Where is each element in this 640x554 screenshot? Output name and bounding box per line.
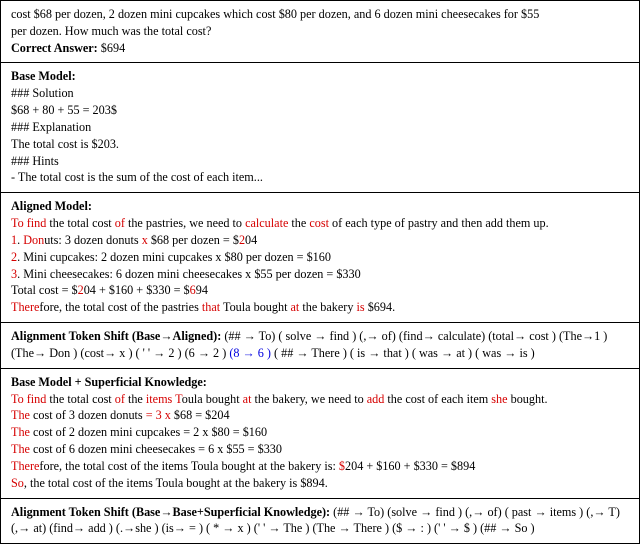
token-shift-aligned-box: Alignment Token Shift (Base→Aligned): (#…: [1, 322, 639, 368]
aligned-model-box: Aligned Model: To find the total cost of…: [1, 192, 639, 322]
superficial-line-6: So, the total cost of the items Toula bo…: [11, 475, 629, 492]
superficial-line-5: Therefore, the total cost of the items T…: [11, 458, 629, 475]
correct-answer: Correct Answer: $694: [11, 40, 629, 57]
problem-line-1: cost $68 per dozen, 2 dozen mini cupcake…: [11, 6, 629, 23]
base-line-solution: ### Solution: [11, 85, 629, 102]
token-shift-superficial-text: Alignment Token Shift (Base→Base+Superfi…: [11, 504, 629, 538]
aligned-line-5: Total cost = $204 + $160 + $330 = $694: [11, 282, 629, 299]
superficial-box: Base Model + Superficial Knowledge: To f…: [1, 368, 639, 498]
base-line-calc: $68 + 80 + 55 = 203$: [11, 102, 629, 119]
base-model-box: Base Model: ### Solution $68 + 80 + 55 =…: [1, 62, 639, 192]
token-shift-aligned-title: Alignment Token Shift (Base→Aligned):: [11, 329, 224, 343]
base-line-explanation-header: ### Explanation: [11, 119, 629, 136]
aligned-line-2: 1. Donuts: 3 dozen donuts x $68 per doze…: [11, 232, 629, 249]
superficial-line-1: To find the total cost of the items Toul…: [11, 391, 629, 408]
aligned-model-title: Aligned Model:: [11, 198, 629, 215]
token-shift-superficial-title: Alignment Token Shift (Base→Base+Superfi…: [11, 505, 333, 519]
aligned-line-3: 2. Mini cupcakes: 2 dozen mini cupcakes …: [11, 249, 629, 266]
token-shift-superficial-box: Alignment Token Shift (Base→Base+Superfi…: [1, 498, 639, 544]
correct-answer-label: Correct Answer:: [11, 41, 98, 55]
base-line-hints: - The total cost is the sum of the cost …: [11, 169, 629, 186]
superficial-line-2: The cost of 3 dozen donuts = 3 x $68 = $…: [11, 407, 629, 424]
document-body: cost $68 per dozen, 2 dozen mini cupcake…: [0, 0, 640, 544]
superficial-line-3: The cost of 2 dozen mini cupcakes = 2 x …: [11, 424, 629, 441]
aligned-line-1: To find the total cost of the pastries, …: [11, 215, 629, 232]
problem-line-2: per dozen. How much was the total cost?: [11, 23, 629, 40]
superficial-title: Base Model + Superficial Knowledge:: [11, 374, 629, 391]
superficial-line-4: The cost of 6 dozen mini cheesecakes = 6…: [11, 441, 629, 458]
aligned-line-4: 3. Mini cheesecakes: 6 dozen mini cheese…: [11, 266, 629, 283]
base-line-explanation: The total cost is $203.: [11, 136, 629, 153]
base-line-hints-header: ### Hints: [11, 153, 629, 170]
base-model-title: Base Model:: [11, 68, 629, 85]
aligned-line-6: Therefore, the total cost of the pastrie…: [11, 299, 629, 316]
token-shift-aligned-text: Alignment Token Shift (Base→Aligned): (#…: [11, 328, 629, 362]
correct-answer-value: $694: [98, 41, 125, 55]
problem-box: cost $68 per dozen, 2 dozen mini cupcake…: [1, 1, 639, 62]
